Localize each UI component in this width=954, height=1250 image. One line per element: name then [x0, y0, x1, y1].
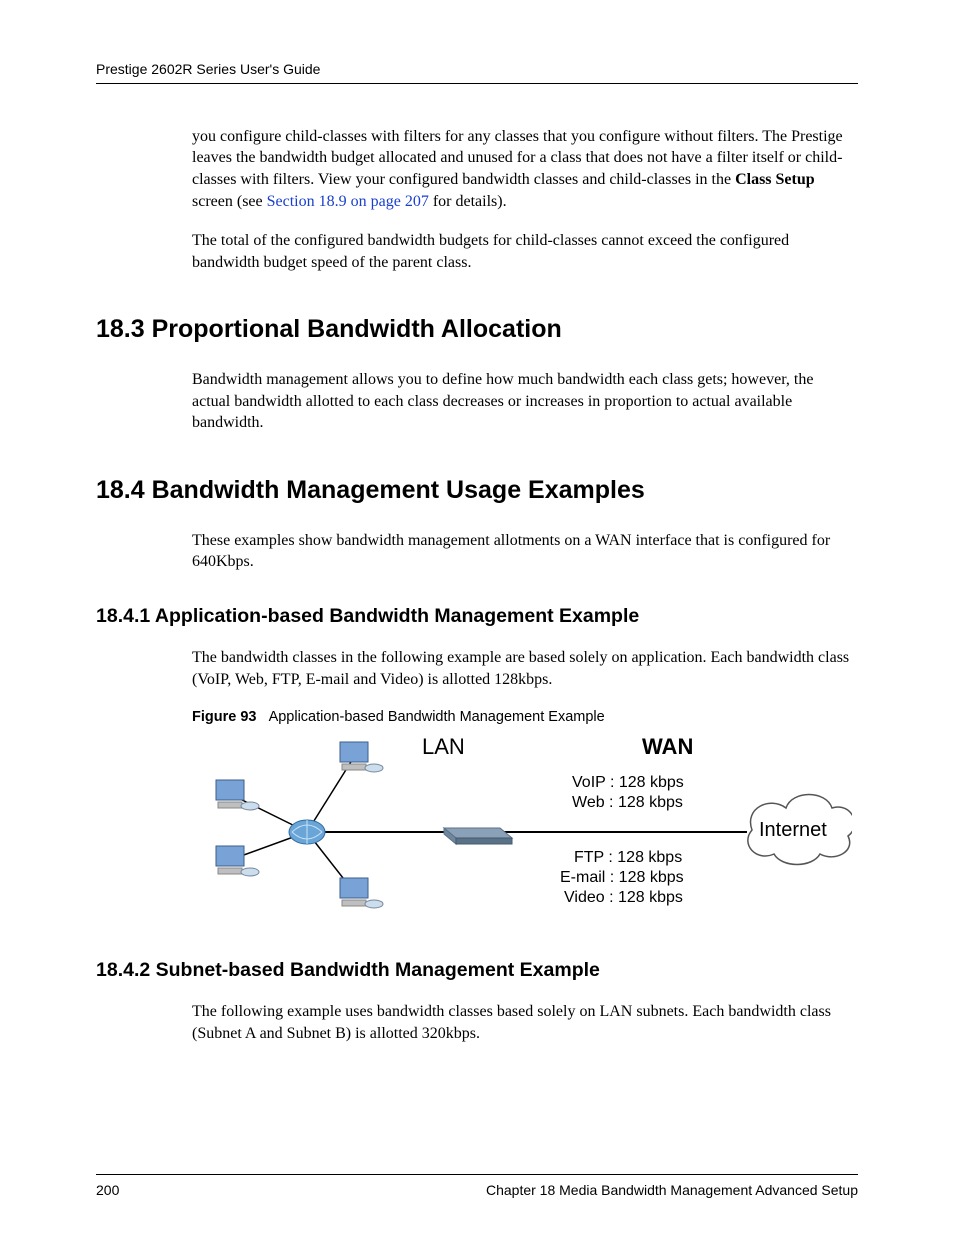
page-number: 200 [96, 1181, 119, 1200]
paragraph-18-4-1: The bandwidth classes in the following e… [192, 647, 852, 690]
figure-93-diagram: LAN WAN [192, 732, 852, 927]
heading-18-4-2: 18.4.2 Subnet-based Bandwidth Management… [96, 957, 858, 983]
paragraph-18-4: These examples show bandwidth management… [192, 530, 852, 573]
wan-label: WAN [642, 734, 693, 759]
bw-upper-1: Web : 128 kbps [572, 794, 683, 811]
pc-icon [216, 846, 259, 876]
figure-93-caption: Figure 93 Application-based Bandwidth Ma… [192, 708, 858, 728]
pc-icon [340, 878, 383, 908]
heading-18-3: 18.3 Proportional Bandwidth Allocation [96, 313, 858, 347]
router-icon [289, 820, 325, 844]
internet-cloud-icon: Internet [748, 794, 852, 864]
lan-label: LAN [422, 734, 465, 759]
bw-upper-0: VoIP : 128 kbps [572, 774, 684, 791]
heading-18-4-1: 18.4.1 Application-based Bandwidth Manag… [96, 603, 858, 629]
guide-title: Prestige 2602R Series User's Guide [96, 61, 320, 77]
class-setup-bold: Class Setup [735, 171, 815, 188]
intro-block: you configure child-classes with filters… [192, 126, 852, 274]
running-header: Prestige 2602R Series User's Guide [96, 60, 858, 84]
chapter-title: Chapter 18 Media Bandwidth Management Ad… [486, 1181, 858, 1200]
section-18-9-link[interactable]: Section 18.9 on page 207 [267, 193, 429, 210]
paragraph-budget-total: The total of the configured bandwidth bu… [192, 230, 852, 273]
bw-lower-0: FTP : 128 kbps [574, 849, 682, 866]
paragraph-18-4-2: The following example uses bandwidth cla… [192, 1001, 852, 1044]
heading-18-4: 18.4 Bandwidth Management Usage Examples [96, 474, 858, 508]
internet-label: Internet [759, 819, 827, 841]
paragraph-18-3: Bandwidth management allows you to defin… [192, 369, 852, 434]
pc-icon [340, 742, 383, 772]
paragraph-child-classes: you configure child-classes with filters… [192, 126, 852, 212]
page-footer: 200 Chapter 18 Media Bandwidth Managemen… [96, 1174, 858, 1200]
bw-lower-1: E-mail : 128 kbps [560, 869, 684, 886]
pc-icon [216, 780, 259, 810]
bw-lower-2: Video : 128 kbps [564, 889, 683, 906]
modem-icon [444, 828, 512, 844]
